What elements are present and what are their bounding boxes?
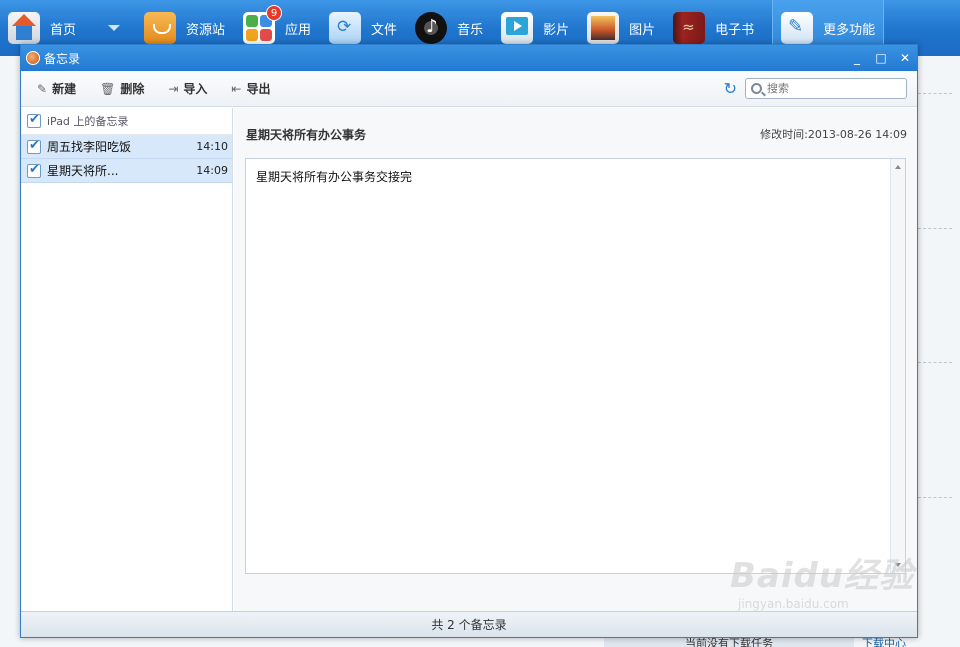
trash-icon: 🗑 [100,81,116,96]
apps-count-badge: 9 [266,5,283,21]
memo-count-status: 共 2 个备忘录 [21,611,917,637]
editor-scrollbar[interactable] [890,159,905,573]
new-memo-button[interactable]: ✎ 新建 [37,80,76,97]
export-label: 导出 [246,82,271,96]
modified-time: 修改时间:2013-08-26 14:09 [760,126,907,142]
memo-list-item[interactable]: 星期天将所... 14:09 [21,159,232,183]
memo-detail-header: 星期天将所有办公事务 修改时间:2013-08-26 14:09 [234,108,917,160]
delete-memo-button[interactable]: 🗑 删除 [100,80,144,97]
video-play-icon [501,12,534,44]
import-button[interactable]: ⇥ 导入 [168,80,207,97]
export-icon: ⇤ [231,81,242,96]
checkbox-checked-icon[interactable] [27,138,41,154]
memo-app-icon [26,51,40,65]
window-title: 备忘录 [44,51,81,66]
nav-home-label: 首页 [50,22,77,38]
scroll-down-icon[interactable] [895,563,901,567]
memo-toolbar: ✎ 新建 🗑 删除 ⇥ 导入 ⇤ 导出 ↻ [21,71,917,107]
nav-more-features-label: 更多功能 [823,22,876,38]
ebook-icon [673,12,706,44]
memo-detail-title: 星期天将所有办公事务 [246,127,367,142]
memo-list-sidebar: iPad 上的备忘录 周五找李阳吃饭 14:10 星期天将所... 14:09 [21,108,233,612]
memo-detail-pane: 星期天将所有办公事务 修改时间:2013-08-26 14:09 星期天将所有办… [234,108,917,612]
search-input[interactable] [767,82,897,95]
nav-videos-label: 影片 [543,22,570,38]
modified-time-label: 修改时间: [760,128,808,141]
photo-icon [587,12,620,44]
maximize-button[interactable]: □ [869,47,893,69]
memo-item-title: 周五找李阳吃饭 [47,140,132,154]
checkbox-checked-icon[interactable] [27,112,41,128]
memo-body-text[interactable]: 星期天将所有办公事务交接完 [246,159,905,194]
memo-group-header[interactable]: iPad 上的备忘录 [21,108,232,135]
apps-icon: 9 [243,5,283,44]
nav-files-label: 文件 [371,22,398,38]
memo-window: 备忘录 _ □ ✕ ✎ 新建 🗑 删除 ⇥ 导入 ⇤ 导出 ↻ 搜索 ✔ iPa… [20,44,918,638]
export-button[interactable]: ⇤ 导出 [231,80,270,97]
checkbox-checked-icon[interactable] [27,162,41,178]
memo-item-time: 14:09 [196,164,228,177]
chevron-down-icon[interactable] [108,25,121,31]
home-icon [8,12,40,44]
nav-apps-label: 应用 [285,22,312,38]
minimize-button[interactable]: _ [845,47,869,69]
divider [918,93,952,94]
refresh-icon[interactable]: ↻ [724,79,737,98]
nav-resources-label: 资源站 [186,22,226,38]
music-icon [415,12,448,44]
divider [918,362,952,363]
delete-memo-label: 删除 [120,82,145,96]
new-memo-label: 新建 [52,82,77,96]
nav-music-label: 音乐 [457,22,484,38]
tools-icon [781,12,814,44]
memo-item-title: 星期天将所... [47,164,119,178]
nav-photos-label: 图片 [629,22,656,38]
search-icon [751,83,762,94]
import-icon: ⇥ [168,81,179,96]
search-box[interactable] [745,78,907,99]
memo-item-time: 14:10 [196,140,228,153]
window-titlebar[interactable]: 备忘录 _ □ ✕ [21,45,917,71]
shopping-bag-icon [144,12,177,44]
import-label: 导入 [183,82,208,96]
scroll-up-icon[interactable] [895,165,901,169]
memo-group-label: iPad 上的备忘录 [47,115,129,128]
close-button[interactable]: ✕ [893,47,917,69]
edit-icon: ✎ [37,81,48,96]
divider [918,497,952,498]
nav-ebooks-label: 电子书 [715,22,755,38]
divider [918,228,952,229]
memo-editor[interactable]: 星期天将所有办公事务交接完 [245,158,906,574]
memo-list-item[interactable]: 周五找李阳吃饭 14:10 [21,135,232,159]
file-sync-icon [329,12,362,44]
modified-time-value: 2013-08-26 14:09 [807,128,907,141]
